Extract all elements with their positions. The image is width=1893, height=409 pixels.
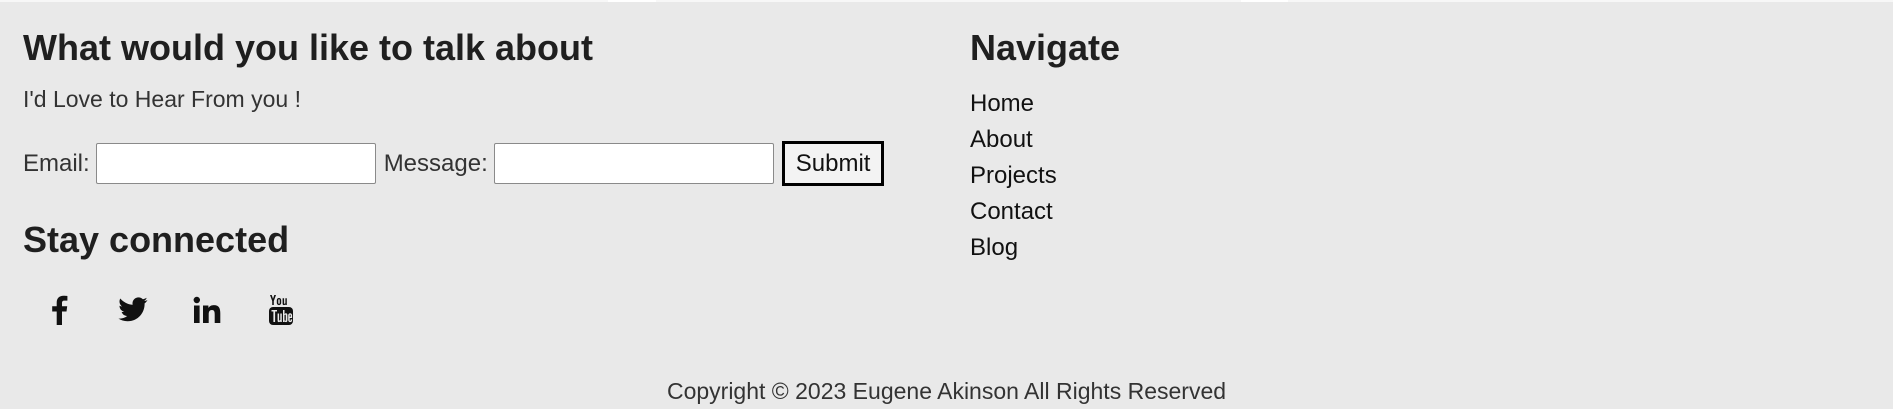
- contact-subtext: I'd Love to Hear From you !: [23, 86, 301, 112]
- submit-button[interactable]: Submit: [781, 141, 885, 186]
- email-label: Email:: [23, 149, 90, 177]
- youtube-icon[interactable]: [263, 292, 299, 328]
- site-footer: What would you like to talk about I'd Lo…: [0, 2, 1893, 409]
- message-label: Message:: [383, 149, 488, 177]
- nav-link-blog[interactable]: Blog: [970, 230, 1057, 266]
- copyright-text: Copyright © 2023 Eugene Akinson All Righ…: [666, 378, 1227, 404]
- twitter-icon[interactable]: [115, 292, 151, 328]
- social-links: [41, 292, 337, 328]
- message-input[interactable]: [493, 143, 774, 184]
- contact-heading: What would you like to talk about: [23, 27, 594, 68]
- linkedin-icon[interactable]: [189, 292, 225, 328]
- nav-link-home[interactable]: Home: [970, 86, 1057, 122]
- facebook-icon[interactable]: [41, 292, 77, 328]
- email-input[interactable]: [95, 143, 376, 184]
- nav-link-contact[interactable]: Contact: [970, 194, 1057, 230]
- nav-link-about[interactable]: About: [970, 122, 1057, 158]
- stay-connected-heading: Stay connected: [23, 219, 290, 260]
- contact-form: Email: Message: Submit: [23, 141, 885, 186]
- nav-link-projects[interactable]: Projects: [970, 158, 1057, 194]
- navigate-heading: Navigate: [970, 27, 1121, 68]
- nav-list: Home About Projects Contact Blog: [970, 86, 1057, 266]
